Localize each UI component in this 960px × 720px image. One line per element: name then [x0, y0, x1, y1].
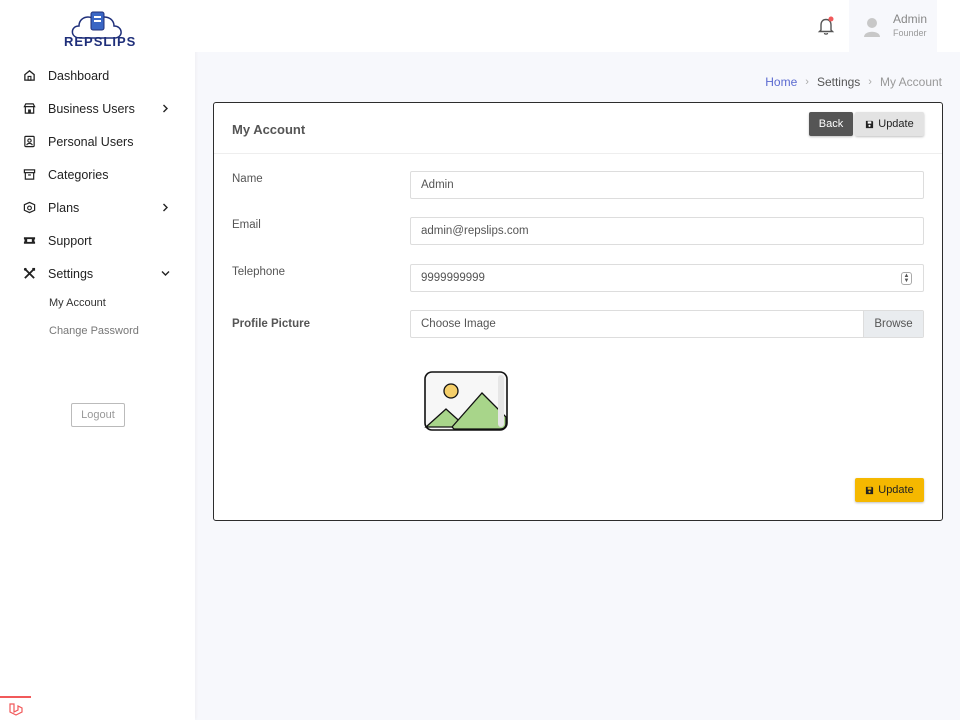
save-icon: [866, 486, 874, 494]
sidebar-item-dashboard[interactable]: Dashboard: [0, 59, 195, 92]
sidebar-item-label: Business Users: [48, 101, 135, 116]
sidebar-item-label: Personal Users: [48, 134, 134, 149]
name-field[interactable]: Admin: [410, 171, 924, 199]
notification-bell-icon[interactable]: [817, 16, 835, 36]
top-header: Admin Founder: [195, 0, 960, 52]
breadcrumb-home-link[interactable]: Home: [765, 75, 797, 89]
sidebar-item-business-users[interactable]: Business Users: [0, 92, 195, 125]
sidebar-item-label: Settings: [48, 266, 94, 281]
update-button-label: Update: [878, 118, 914, 130]
breadcrumb-settings-link[interactable]: Settings: [817, 75, 860, 89]
back-button-label: Back: [818, 118, 844, 130]
card-divider: [214, 153, 942, 154]
logout-button[interactable]: Logout: [71, 403, 125, 427]
archive-icon: [22, 168, 36, 182]
sidebar-item-personal-users[interactable]: Personal Users: [0, 125, 195, 158]
user-role: Founder: [893, 28, 927, 38]
telephone-value: 9999999999: [421, 272, 485, 284]
sidebar-subitem-label: Change Password: [49, 325, 139, 337]
box-icon: [22, 201, 36, 215]
back-button[interactable]: Back: [809, 112, 853, 136]
sidebar-item-label: Dashboard: [48, 68, 110, 83]
tools-icon: [22, 267, 36, 281]
sidebar: REPSLIPS Dashboard Business Users Person…: [0, 0, 195, 720]
telephone-label: Telephone: [232, 266, 286, 278]
card-title: My Account: [232, 122, 306, 137]
breadcrumb-current: My Account: [879, 75, 942, 89]
sidebar-item-support[interactable]: Support: [0, 224, 195, 257]
update-button-label: Update: [878, 484, 914, 496]
breadcrumb-separator-icon: ›: [805, 76, 809, 88]
sidebar-subitem-my-account[interactable]: My Account: [0, 290, 195, 318]
sidebar-item-label: Support: [48, 233, 92, 248]
image-placeholder-icon: [424, 371, 508, 431]
breadcrumb: Home › Settings › My Account: [765, 75, 942, 89]
breadcrumb-separator-icon: ›: [868, 76, 872, 88]
email-field[interactable]: admin@repslips.com: [410, 217, 924, 245]
chevron-down-icon: [160, 269, 170, 279]
account-card: My Account Back Update Name Admin Email …: [213, 102, 943, 521]
chevron-right-icon: [160, 203, 170, 213]
update-button-bottom[interactable]: Update: [855, 478, 924, 502]
browse-button[interactable]: Browse: [863, 311, 923, 337]
sidebar-subitem-label: My Account: [49, 297, 106, 309]
sidebar-item-plans[interactable]: Plans: [0, 191, 195, 224]
store-icon: [22, 102, 36, 116]
sidebar-item-settings[interactable]: Settings: [0, 257, 195, 290]
user-menu[interactable]: Admin Founder: [849, 0, 937, 52]
ticket-icon: [22, 234, 36, 248]
sidebar-item-categories[interactable]: Categories: [0, 158, 195, 191]
sidebar-subitem-change-password[interactable]: Change Password: [0, 318, 195, 346]
sidebar-item-label: Categories: [48, 167, 109, 182]
update-button-top[interactable]: Update: [855, 112, 924, 136]
spinner-down-icon: ▼: [903, 277, 910, 284]
email-label: Email: [232, 219, 261, 231]
profile-picture-file-input[interactable]: Choose Image Browse: [410, 310, 924, 338]
id-card-icon: [22, 135, 36, 149]
user-name: Admin: [893, 12, 928, 26]
chevron-right-icon: [160, 104, 170, 114]
avatar-icon: [864, 18, 880, 37]
file-input-placeholder: Choose Image: [421, 318, 496, 330]
home-icon: [22, 69, 36, 83]
laravel-logo-icon[interactable]: [0, 696, 31, 720]
name-label: Name: [232, 173, 263, 185]
sidebar-nav: Dashboard Business Users Personal Users …: [0, 59, 195, 346]
telephone-field[interactable]: 9999999999 ▲ ▼: [410, 264, 924, 292]
profile-picture-label: Profile Picture: [232, 318, 310, 330]
brand-name: REPSLIPS: [64, 34, 137, 49]
save-icon: [866, 120, 874, 128]
sidebar-item-label: Plans: [48, 200, 80, 215]
number-spinner-icon[interactable]: ▲ ▼: [901, 272, 912, 285]
